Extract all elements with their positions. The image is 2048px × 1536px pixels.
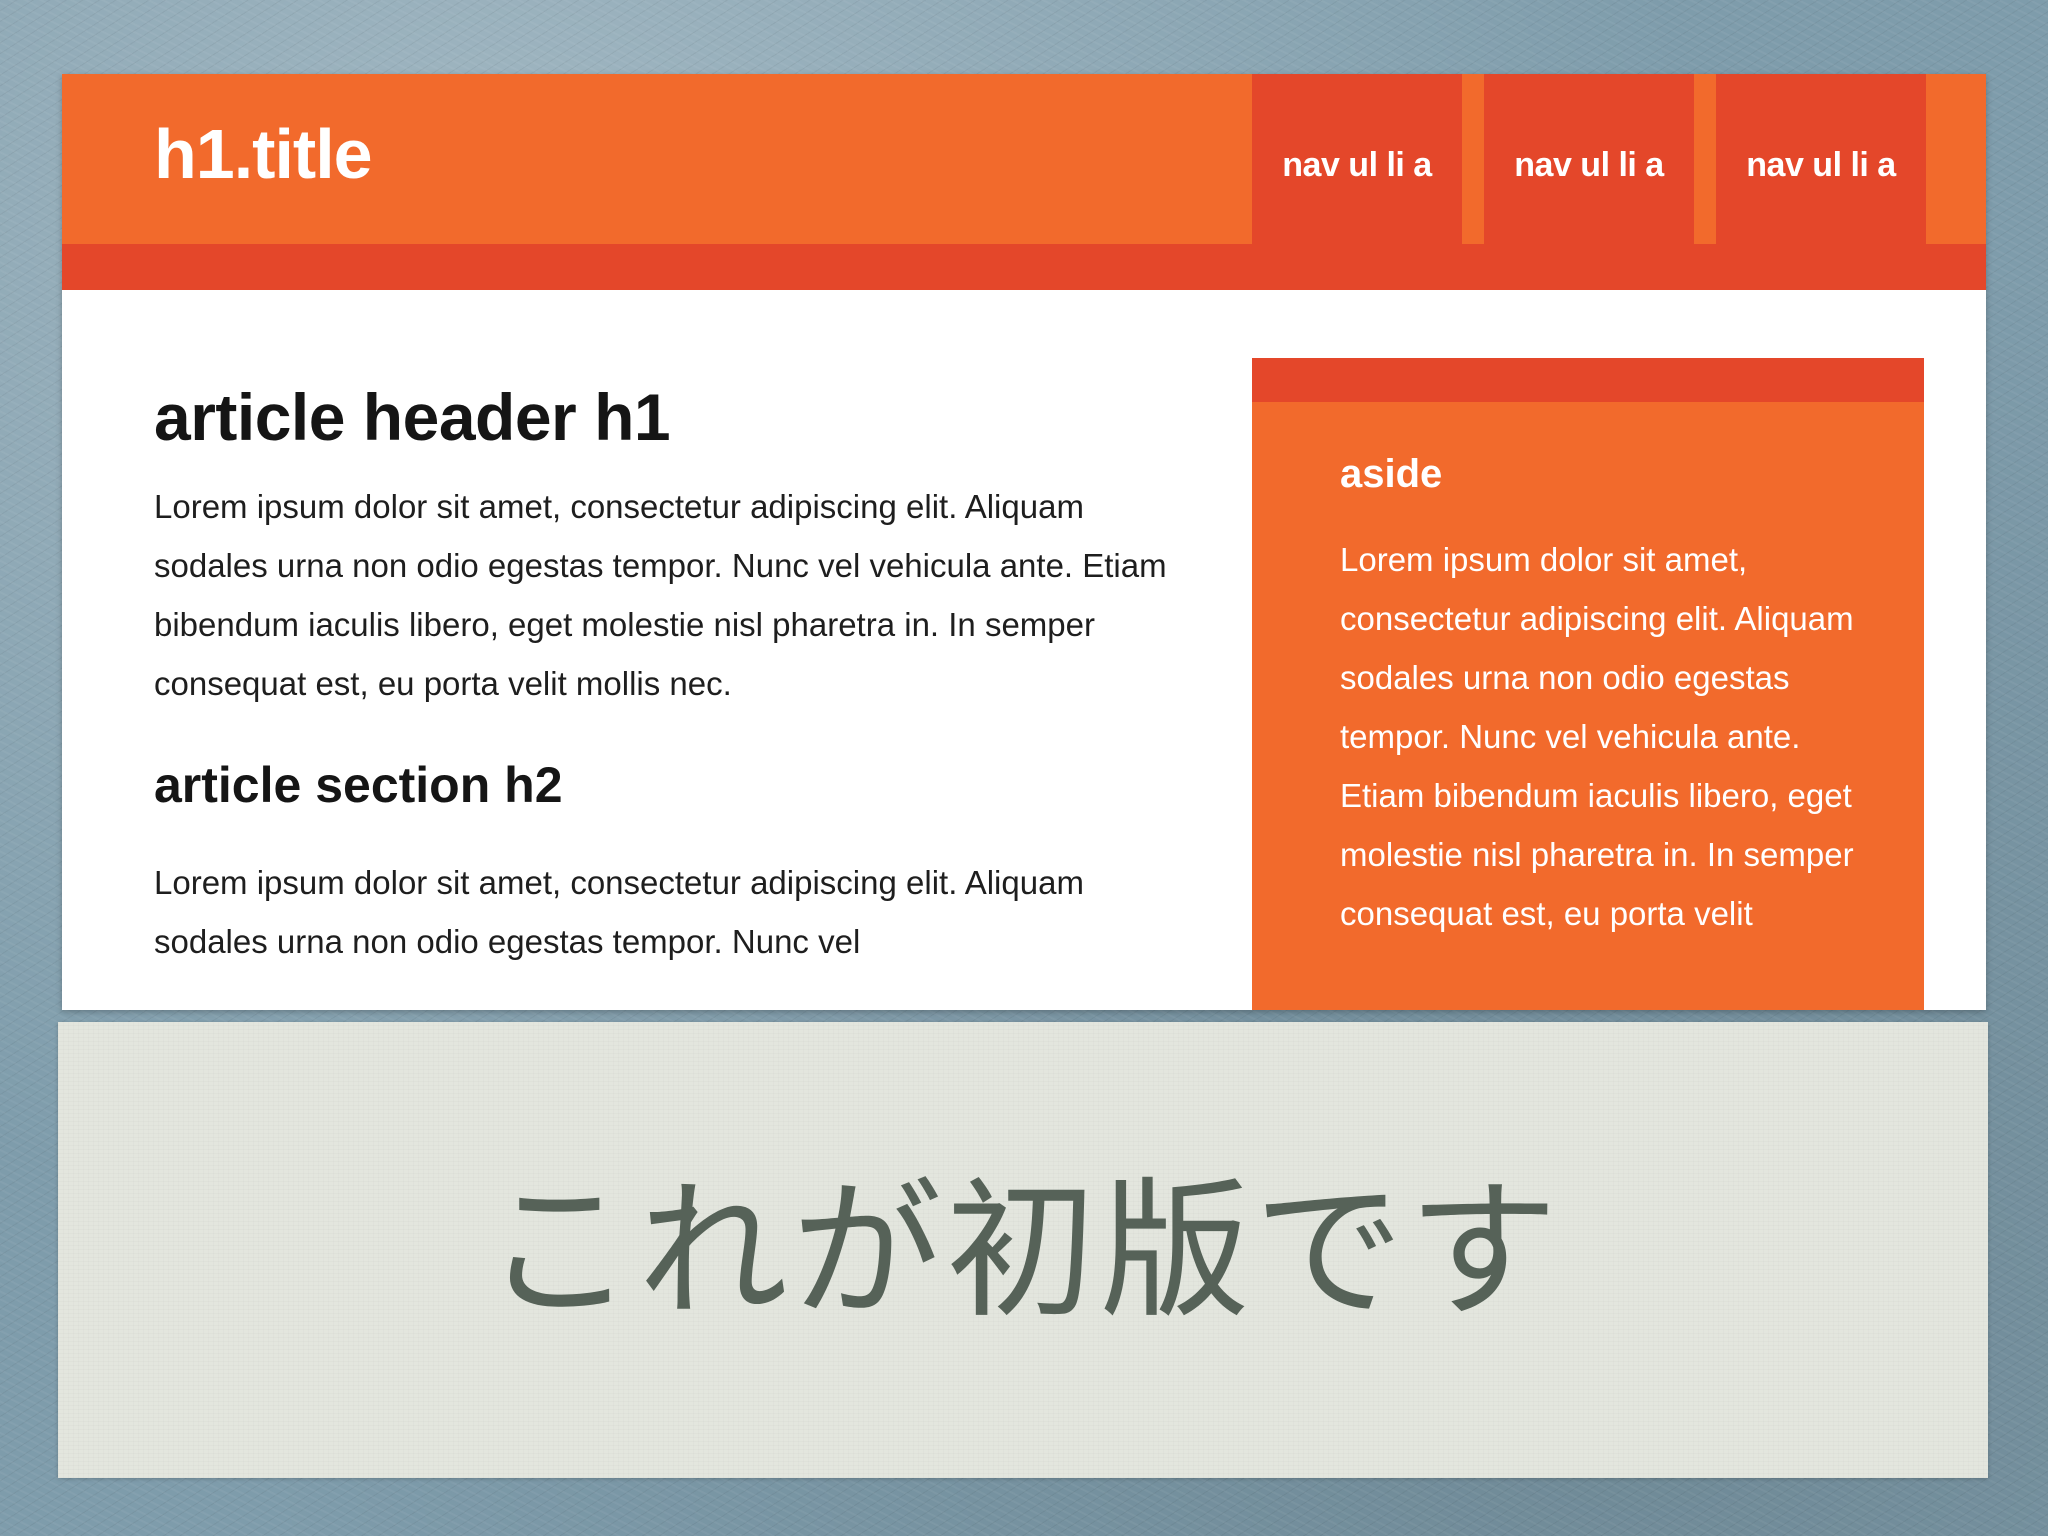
article-paragraph-1: Lorem ipsum dolor sit amet, consectetur … [154, 488, 1167, 703]
aside-top-bar [1252, 358, 1924, 402]
caption-panel: これが初版です [58, 1022, 1988, 1478]
aside-text: Lorem ipsum dolor sit amet, consectetur … [1340, 541, 1854, 932]
caption-text: これが初版です [483, 1165, 1562, 1339]
site-nav: nav ul li a nav ul li a nav ul li a [1252, 74, 1926, 244]
nav-link-3[interactable]: nav ul li a [1716, 74, 1926, 244]
aside-title: aside [1340, 452, 1443, 496]
article: article header h1 Lorem ipsum dolor sit … [154, 378, 1234, 971]
site-header: h1.title nav ul li a nav ul li a nav ul … [62, 74, 1986, 290]
mock-web-page: h1.title nav ul li a nav ul li a nav ul … [62, 74, 1986, 1010]
site-title: h1.title [154, 115, 373, 193]
article-section-heading: article section h2 [154, 757, 563, 814]
aside-box: aside Lorem ipsum dolor sit amet, consec… [1252, 358, 1924, 1010]
article-paragraph-2: Lorem ipsum dolor sit amet, consectetur … [154, 864, 1084, 961]
nav-link-1[interactable]: nav ul li a [1252, 74, 1462, 244]
article-heading: article header h1 [154, 380, 671, 454]
header-bottom-bar [62, 244, 1986, 290]
nav-link-2[interactable]: nav ul li a [1484, 74, 1694, 244]
